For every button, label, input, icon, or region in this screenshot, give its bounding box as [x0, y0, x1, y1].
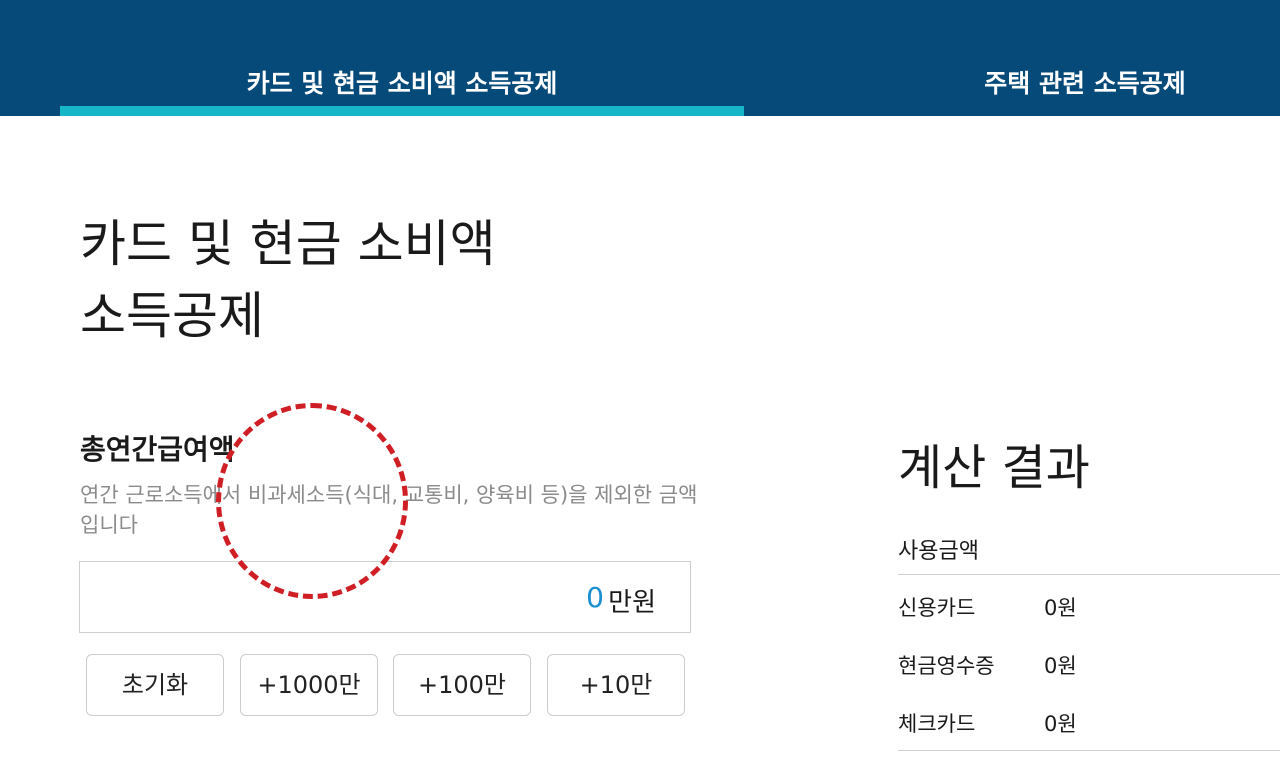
- add-1-million-button[interactable]: +100만: [393, 654, 531, 716]
- add-100-thousand-button[interactable]: +10만: [547, 654, 685, 716]
- result-divider-top: [898, 574, 1280, 575]
- result-title: 계산 결과: [898, 440, 1090, 496]
- result-row-check-card: 체크카드 0원: [898, 702, 1280, 742]
- salary-amount-unit: 만원: [608, 588, 656, 618]
- salary-section-title: 총연간급여액: [80, 433, 235, 466]
- add-10-million-button[interactable]: +1000만: [240, 654, 378, 716]
- result-row-cash-receipt: 현금영수증 0원: [898, 644, 1280, 684]
- tab-card-cash-deduction[interactable]: 카드 및 현금 소비액 소득공제: [60, 64, 744, 104]
- header-bar: 카드 및 현금 소비액 소득공제 주택 관련 소득공제: [0, 0, 1280, 116]
- result-row-label: 현금영수증: [898, 654, 995, 678]
- result-divider-bottom: [898, 750, 1280, 751]
- result-row-credit-card: 신용카드 0원: [898, 586, 1280, 626]
- result-row-value: 0원: [1044, 654, 1077, 678]
- result-row-label: 체크카드: [898, 712, 976, 736]
- reset-button[interactable]: 초기화: [86, 654, 224, 716]
- salary-description: 연간 근로소득에서 비과세소득(식대, 교통비, 양육비 등)을 제외한 금액입…: [80, 483, 698, 537]
- salary-amount-value: 0: [586, 581, 604, 614]
- result-row-label: 신용카드: [898, 596, 976, 620]
- tab-housing-deduction[interactable]: 주택 관련 소득공제: [890, 64, 1280, 104]
- salary-amount-input[interactable]: 0 만원: [79, 561, 691, 633]
- result-row-value: 0원: [1044, 712, 1077, 736]
- page-title: 카드 및 현금 소비액 소득공제: [80, 215, 496, 345]
- result-usage-label: 사용금액: [898, 539, 979, 564]
- active-tab-indicator: [60, 106, 744, 116]
- result-row-value: 0원: [1044, 596, 1077, 620]
